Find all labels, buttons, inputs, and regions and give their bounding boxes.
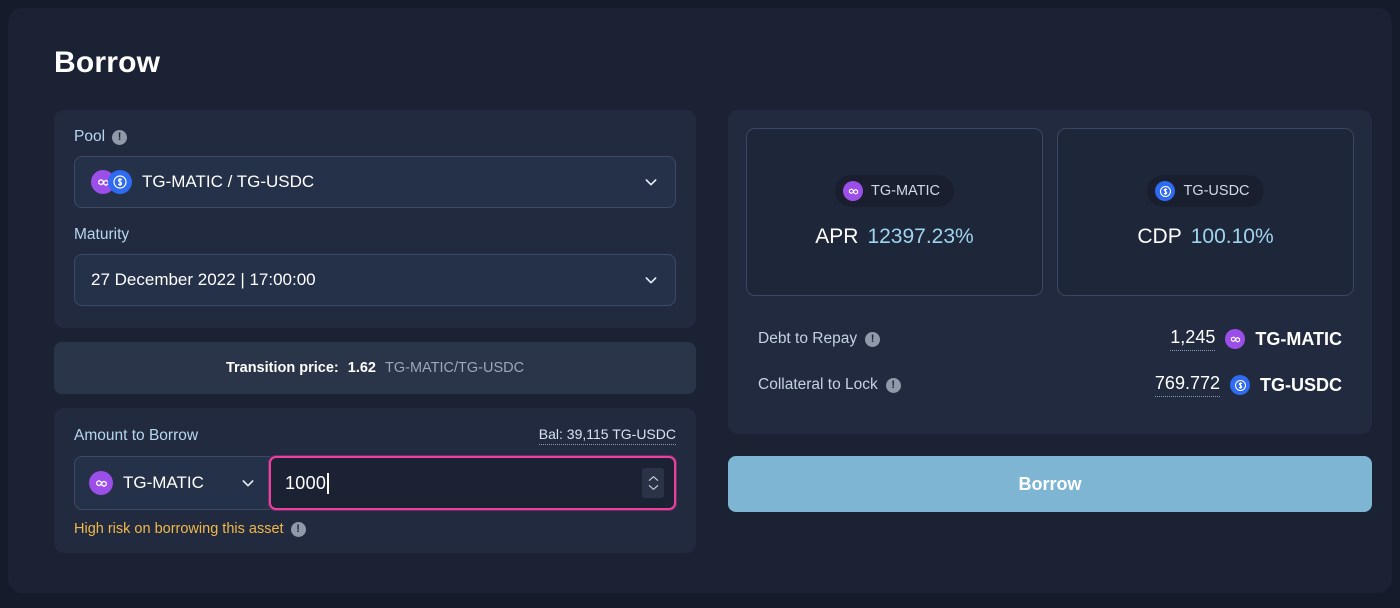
amount-input-row: TG-MATIC 1000: [74, 456, 676, 510]
amount-token-name: TG-MATIC: [123, 473, 204, 492]
matic-token-icon: [843, 181, 863, 201]
amount-input-value: 1000: [285, 472, 327, 493]
amount-header: Amount to Borrow Bal: 39,115 TG-USDC: [74, 426, 676, 445]
borrow-panel: Borrow Pool ! TG-MATIC / TG-USDC Maturit…: [8, 8, 1392, 593]
summary-column: TG-MATIC APR 12397.23% TG-USDC CDP 100.1…: [728, 110, 1372, 512]
pool-select[interactable]: TG-MATIC / TG-USDC: [74, 156, 676, 208]
cdp-token-pill: TG-USDC: [1147, 175, 1264, 207]
borrow-form-column: Pool ! TG-MATIC / TG-USDC Maturity 27 De…: [54, 110, 696, 553]
table-row: Debt to Repay ! 1,245 TG-MATIC: [758, 316, 1342, 362]
apr-value: 12397.23%: [867, 225, 974, 248]
cdp-stat-box: TG-USDC CDP 100.10%: [1057, 128, 1354, 296]
debt-to-repay-label: Debt to Repay: [758, 330, 858, 347]
debt-to-repay-token: TG-MATIC: [1255, 328, 1342, 349]
table-row: Collateral to Lock ! 769.772 TG-USDC: [758, 362, 1342, 408]
summary-rows: Debt to Repay ! 1,245 TG-MATIC Collatera…: [746, 312, 1354, 416]
pool-select-value: TG-MATIC / TG-USDC: [142, 172, 315, 191]
risk-warning-text: High risk on borrowing this asset: [74, 521, 284, 537]
apr-stat-box: TG-MATIC APR 12397.23%: [746, 128, 1043, 296]
usdc-token-icon: [108, 170, 132, 194]
amount-token-select[interactable]: TG-MATIC: [74, 456, 270, 510]
apr-line: APR 12397.23%: [815, 225, 973, 249]
info-icon[interactable]: !: [290, 521, 306, 537]
maturity-label: Maturity: [74, 226, 130, 243]
chevron-down-icon: [240, 475, 256, 491]
usdc-token-icon: [1155, 181, 1176, 201]
pool-token-pair-icons: [91, 170, 132, 194]
pool-label: Pool: [74, 128, 106, 145]
transition-price-label: Transition price:: [225, 360, 339, 376]
collateral-to-lock-label-row: Collateral to Lock !: [758, 376, 901, 394]
transition-price-pair: TG-MATIC/TG-USDC: [384, 360, 525, 376]
amount-input-field[interactable]: 1000: [269, 456, 676, 510]
collateral-to-lock-token: TG-USDC: [1260, 374, 1342, 395]
apr-token-pill: TG-MATIC: [835, 175, 954, 207]
debt-to-repay-value[interactable]: 1,245: [1170, 327, 1216, 351]
cdp-key: CDP: [1137, 225, 1182, 248]
info-icon[interactable]: !: [865, 331, 881, 347]
text-caret: [327, 472, 329, 494]
collateral-to-lock-value[interactable]: 769.772: [1154, 373, 1220, 397]
debt-to-repay-label-row: Debt to Repay !: [758, 330, 881, 348]
transition-price-value: 1.62: [347, 360, 376, 376]
borrow-screen: Borrow Pool ! TG-MATIC / TG-USDC Maturit…: [0, 0, 1400, 608]
stats-card: TG-MATIC APR 12397.23% TG-USDC CDP 100.1…: [728, 110, 1372, 434]
amount-label: Amount to Borrow: [74, 427, 199, 444]
matic-token-icon: [1225, 329, 1246, 349]
risk-warning: High risk on borrowing this asset !: [74, 521, 676, 537]
amount-card: Amount to Borrow Bal: 39,115 TG-USDC TG-…: [54, 408, 696, 553]
balance-value[interactable]: Bal: 39,115 TG-USDC: [538, 426, 676, 445]
cdp-token-name: TG-USDC: [1183, 183, 1250, 199]
maturity-select[interactable]: 27 December 2022 | 17:00:00: [74, 254, 676, 306]
borrow-button[interactable]: Borrow: [728, 456, 1372, 512]
info-icon[interactable]: !: [885, 377, 901, 393]
apr-key: APR: [815, 225, 859, 248]
cdp-line: CDP 100.10%: [1137, 225, 1273, 249]
pool-card: Pool ! TG-MATIC / TG-USDC Maturity 27 De…: [54, 110, 696, 328]
matic-token-icon: [89, 471, 113, 495]
info-icon[interactable]: !: [112, 129, 128, 145]
pool-label-row: Pool !: [74, 128, 676, 146]
apr-token-name: TG-MATIC: [871, 183, 940, 199]
page-title: Borrow: [54, 46, 161, 79]
chevron-down-icon: [643, 174, 659, 190]
chevron-down-icon: [643, 272, 659, 288]
maturity-label-row: Maturity: [74, 226, 676, 244]
stats-boxes: TG-MATIC APR 12397.23% TG-USDC CDP 100.1…: [746, 128, 1354, 296]
transition-price-strip: Transition price: 1.62 TG-MATIC/TG-USDC: [54, 342, 696, 394]
maturity-select-value: 27 December 2022 | 17:00:00: [91, 270, 316, 289]
debt-to-repay-value-group: 1,245 TG-MATIC: [1170, 327, 1342, 351]
collateral-to-lock-value-group: 769.772 TG-USDC: [1154, 373, 1342, 397]
collateral-to-lock-label: Collateral to Lock: [758, 376, 878, 393]
cdp-value: 100.10%: [1190, 225, 1274, 248]
number-spinner[interactable]: [642, 468, 664, 498]
usdc-token-icon: [1230, 375, 1250, 395]
